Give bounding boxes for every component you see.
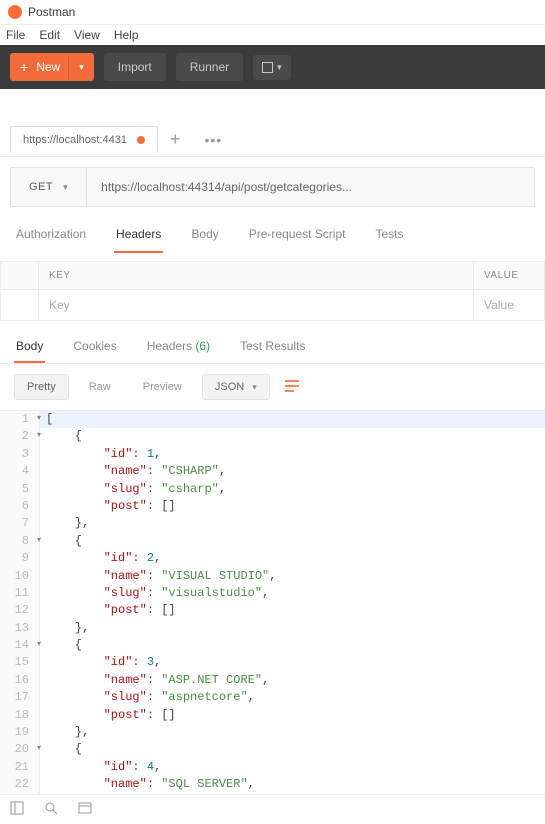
- code-line: 1▾[: [0, 411, 545, 428]
- app-title: Postman: [28, 5, 75, 19]
- chevron-down-icon: ▾: [252, 382, 257, 393]
- pretty-button[interactable]: Pretty: [14, 374, 69, 400]
- tab-tests[interactable]: Tests: [373, 217, 405, 253]
- menu-edit[interactable]: Edit: [39, 28, 60, 42]
- resp-headers-label: Headers: [147, 339, 192, 353]
- titlebar: Postman: [0, 0, 545, 25]
- response-tabs: Body Cookies Headers (6) Test Results: [0, 321, 545, 364]
- code-line: 7 },: [0, 515, 545, 532]
- resp-tab-body[interactable]: Body: [14, 331, 45, 363]
- resp-tab-headers[interactable]: Headers (6): [145, 331, 212, 363]
- code-line: 21 "id": 4,: [0, 759, 545, 776]
- chevron-down-icon: ▾: [63, 182, 68, 193]
- format-select[interactable]: JSON ▾: [202, 374, 270, 400]
- code-line: 8▾ {: [0, 533, 545, 550]
- tab-more-button[interactable]: •••: [192, 126, 234, 154]
- find-icon[interactable]: [44, 801, 58, 818]
- resp-tab-cookies[interactable]: Cookies: [71, 331, 118, 363]
- request-tabs: Authorization Headers Body Pre-request S…: [0, 217, 545, 253]
- add-tab-button[interactable]: +: [158, 123, 193, 156]
- check-column: [1, 262, 39, 289]
- code-line: 5 "slug": "csharp",: [0, 481, 545, 498]
- tab-headers[interactable]: Headers: [114, 217, 163, 253]
- runner-button[interactable]: Runner: [176, 53, 243, 81]
- headers-table-head: KEY VALUE: [0, 261, 545, 290]
- new-button[interactable]: + New ▾: [10, 53, 94, 81]
- row-checkbox[interactable]: [1, 290, 39, 320]
- code-line: 15 "id": 3,: [0, 654, 545, 671]
- menubar: File Edit View Help: [0, 25, 545, 45]
- sidebar-icon[interactable]: [10, 801, 24, 818]
- method-value: GET: [29, 181, 53, 193]
- method-select[interactable]: GET ▾: [11, 168, 87, 206]
- chevron-down-icon: ▾: [277, 62, 282, 73]
- menu-view[interactable]: View: [74, 28, 100, 42]
- code-line: 11 "slug": "visualstudio",: [0, 585, 545, 602]
- code-line: 2▾ {: [0, 428, 545, 445]
- plus-icon: +: [10, 53, 34, 81]
- headers-row-empty[interactable]: Key Value: [0, 290, 545, 321]
- code-line: 12 "post": []: [0, 602, 545, 619]
- key-column-header: KEY: [39, 262, 474, 289]
- tabrow: https://localhost:4431 + •••: [0, 89, 545, 157]
- code-line: 10 "name": "VISUAL STUDIO",: [0, 568, 545, 585]
- value-input[interactable]: Value: [474, 290, 544, 320]
- resp-tab-tests[interactable]: Test Results: [238, 331, 307, 363]
- request-bar: GET ▾ https://localhost:44314/api/post/g…: [10, 167, 535, 207]
- tab-body[interactable]: Body: [189, 217, 220, 253]
- value-column-header: VALUE: [474, 262, 544, 289]
- console-icon[interactable]: [78, 801, 92, 818]
- view-bar: Pretty Raw Preview JSON ▾: [0, 364, 545, 410]
- key-input[interactable]: Key: [39, 290, 474, 320]
- code-line: 3 "id": 1,: [0, 446, 545, 463]
- code-line: 14▾ {: [0, 637, 545, 654]
- postman-logo-icon: [8, 5, 22, 19]
- tab-label: https://localhost:4431: [23, 134, 127, 146]
- url-input[interactable]: https://localhost:44314/api/post/getcate…: [87, 168, 534, 206]
- statusbar: [0, 794, 545, 824]
- window-button[interactable]: ▾: [253, 55, 291, 80]
- code-line: 18 "post": []: [0, 707, 545, 724]
- code-line: 22 "name": "SQL SERVER",: [0, 776, 545, 793]
- response-body[interactable]: 1▾[2▾ {3 "id": 1,4 "name": "CSHARP",5 "s…: [0, 410, 545, 794]
- headers-table: KEY VALUE Key Value: [0, 261, 545, 321]
- chevron-down-icon[interactable]: ▾: [68, 56, 94, 79]
- resp-headers-count: (6): [195, 339, 210, 353]
- topbar: + New ▾ Import Runner ▾: [0, 45, 545, 89]
- code-line: 4 "name": "CSHARP",: [0, 463, 545, 480]
- import-button[interactable]: Import: [104, 53, 166, 81]
- raw-button[interactable]: Raw: [77, 375, 123, 399]
- menu-file[interactable]: File: [6, 28, 25, 42]
- window-icon: [262, 62, 273, 73]
- preview-button[interactable]: Preview: [131, 375, 194, 399]
- code-line: 16 "name": "ASP.NET CORE",: [0, 672, 545, 689]
- request-tab[interactable]: https://localhost:4431: [10, 126, 158, 153]
- code-line: 20▾ {: [0, 741, 545, 758]
- code-line: 6 "post": []: [0, 498, 545, 515]
- code-line: 9 "id": 2,: [0, 550, 545, 567]
- wrap-icon[interactable]: [278, 375, 306, 400]
- tab-authorization[interactable]: Authorization: [14, 217, 88, 253]
- code-line: 19 },: [0, 724, 545, 741]
- new-label: New: [34, 54, 68, 80]
- code-line: 13 },: [0, 620, 545, 637]
- format-value: JSON: [215, 381, 244, 393]
- tab-prerequest[interactable]: Pre-request Script: [247, 217, 348, 253]
- code-line: 17 "slug": "aspnetcore",: [0, 689, 545, 706]
- unsaved-dot-icon: [137, 136, 145, 144]
- menu-help[interactable]: Help: [114, 28, 139, 42]
